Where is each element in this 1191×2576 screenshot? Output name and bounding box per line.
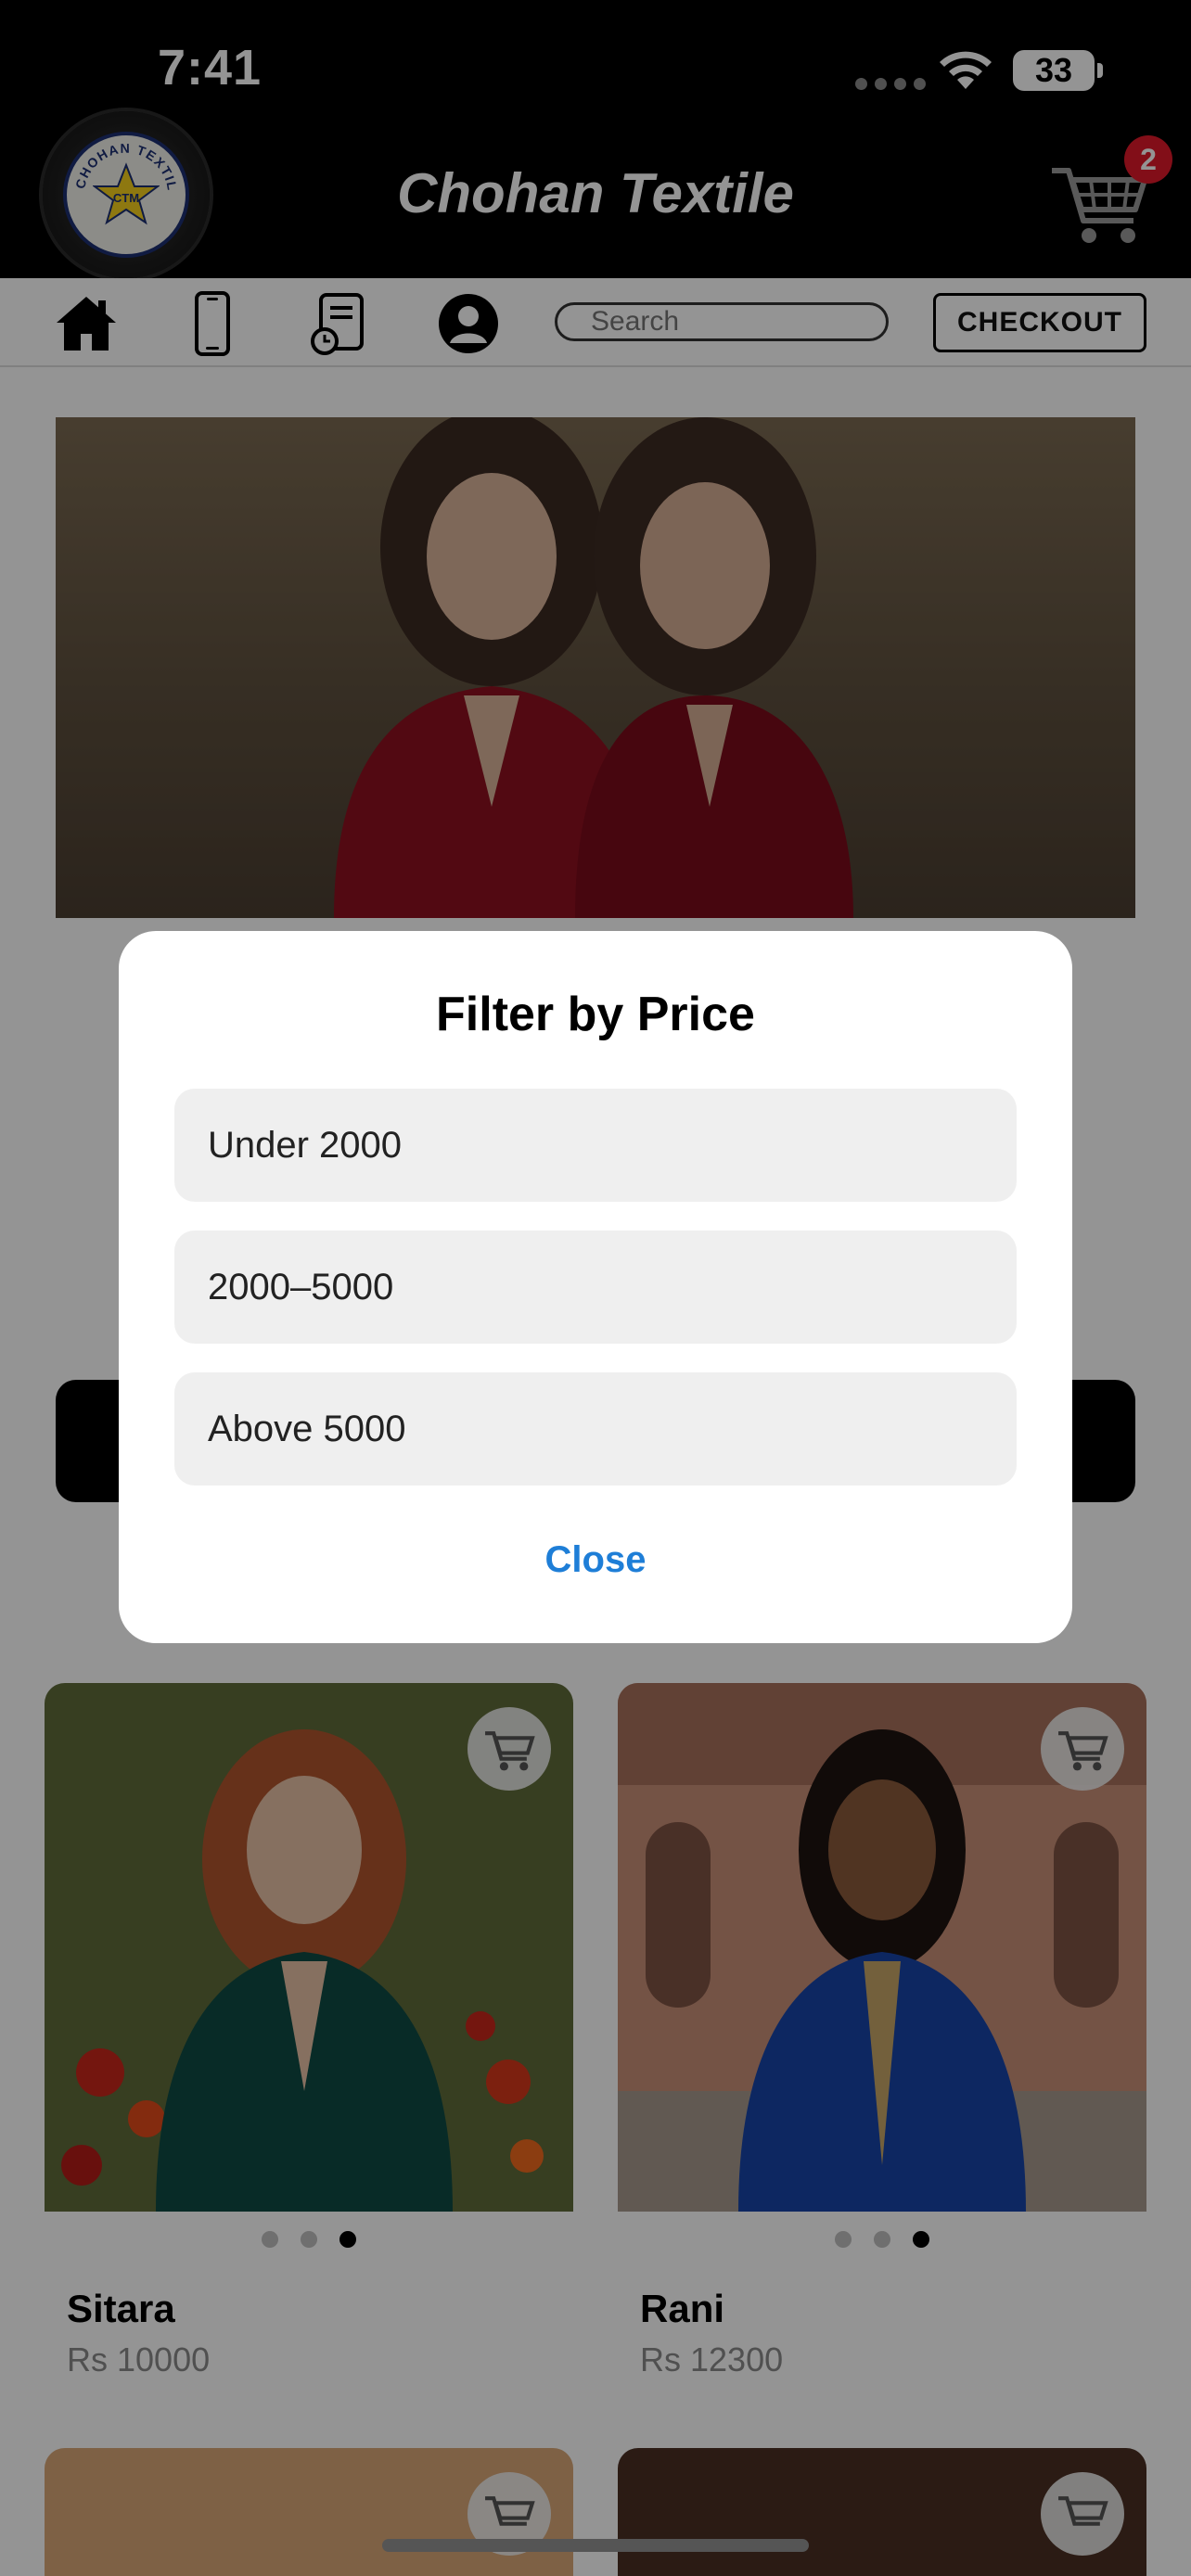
home-indicator[interactable] <box>382 2539 809 2552</box>
price-option-2000-5000[interactable]: 2000–5000 <box>174 1231 1017 1344</box>
close-button[interactable]: Close <box>119 1539 1072 1581</box>
filter-by-price-dialog: Filter by Price Under 2000 2000–5000 Abo… <box>119 931 1072 1643</box>
price-option-above-5000[interactable]: Above 5000 <box>174 1372 1017 1486</box>
price-option-under-2000[interactable]: Under 2000 <box>174 1089 1017 1202</box>
dialog-title: Filter by Price <box>436 988 755 1041</box>
